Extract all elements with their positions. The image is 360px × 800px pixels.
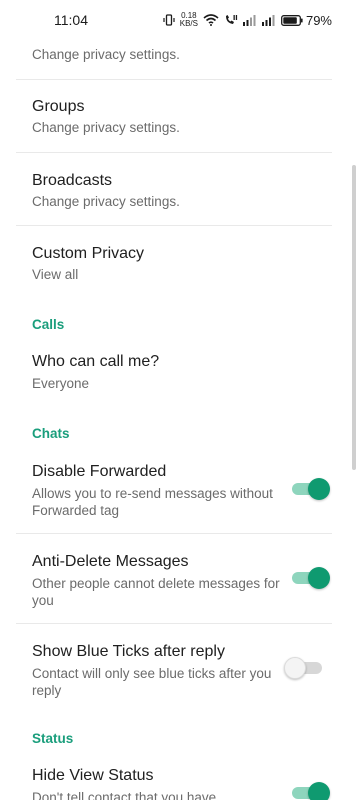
setting-hide-view-status[interactable]: Hide View Status Don't tell contact that…	[32, 766, 284, 800]
setting-title: Groups	[32, 98, 85, 115]
volte-call-icon	[224, 14, 238, 26]
setting-groups[interactable]: Groups Change privacy settings.	[32, 97, 328, 136]
net-speed-unit: KB/S	[179, 19, 198, 28]
setting-title: Hide View Status	[32, 767, 154, 784]
setting-title: Show Blue Ticks after reply	[32, 643, 225, 660]
setting-title: Anti-Delete Messages	[32, 553, 189, 570]
setting-subtitle: Don't tell contact that you have	[32, 790, 217, 800]
setting-title: Broadcasts	[32, 172, 113, 189]
toggle-thumb	[308, 782, 330, 800]
setting-show-blue-ticks[interactable]: Show Blue Ticks after reply Contact will…	[32, 642, 284, 699]
section-header-calls: Calls	[32, 317, 65, 332]
net-speed: 0.18 KB/S	[180, 12, 198, 28]
divider	[16, 533, 332, 534]
privacy-settings-screen: 11:04 0.18 KB/S 79% Change privacy setti…	[0, 0, 360, 800]
toggle-thumb	[284, 657, 306, 679]
section-header-status: Status	[32, 731, 74, 746]
anti-delete-toggle[interactable]	[292, 567, 330, 589]
disable-forwarded-toggle[interactable]	[292, 478, 330, 500]
section-header-chats: Chats	[32, 426, 70, 441]
divider	[16, 225, 332, 226]
setting-who-can-call[interactable]: Who can call me? Everyone	[32, 352, 328, 392]
status-icons: 0.18 KB/S 79%	[163, 12, 332, 28]
setting-subtitle: Change privacy settings.	[32, 47, 180, 62]
status-time: 11:04	[54, 12, 88, 28]
setting-anti-delete-messages[interactable]: Anti-Delete Messages Other people cannot…	[32, 552, 284, 609]
hide-view-status-toggle[interactable]	[292, 782, 330, 800]
setting-subtitle: Contact will only see blue ticks after y…	[32, 666, 272, 698]
setting-subtitle: Allows you to re-send messages without F…	[32, 486, 273, 518]
setting-subtitle: Everyone	[32, 376, 90, 391]
status-bar: 11:04 0.18 KB/S 79%	[0, 0, 360, 40]
setting-broadcasts[interactable]: Broadcasts Change privacy settings.	[32, 171, 328, 210]
scrollbar[interactable]	[352, 165, 356, 470]
signal-sim2-icon	[261, 14, 276, 26]
vibrate-icon	[163, 14, 175, 26]
battery-percent: 79%	[305, 12, 332, 28]
battery-icon	[281, 14, 303, 26]
setting-subtitle: View all	[32, 267, 79, 282]
setting-subtitle: Change privacy settings.	[32, 194, 180, 209]
toggle-thumb	[308, 567, 330, 589]
setting-subtitle: Other people cannot delete messages for …	[32, 576, 280, 608]
setting-title: Custom Privacy	[32, 245, 145, 262]
wifi-icon	[203, 14, 219, 26]
setting-custom-privacy[interactable]: Custom Privacy View all	[32, 244, 328, 283]
toggle-thumb	[308, 478, 330, 500]
divider	[16, 623, 332, 624]
setting-disable-forwarded[interactable]: Disable Forwarded Allows you to re-send …	[32, 462, 284, 519]
setting-title: Disable Forwarded	[32, 463, 167, 480]
signal-sim1-icon	[242, 14, 257, 26]
setting-subtitle: Change privacy settings.	[32, 120, 180, 135]
divider	[16, 79, 332, 80]
divider	[16, 152, 332, 153]
setting-title: Who can call me?	[32, 353, 160, 370]
battery-indicator: 79%	[281, 13, 332, 28]
blue-ticks-toggle[interactable]	[284, 657, 322, 679]
